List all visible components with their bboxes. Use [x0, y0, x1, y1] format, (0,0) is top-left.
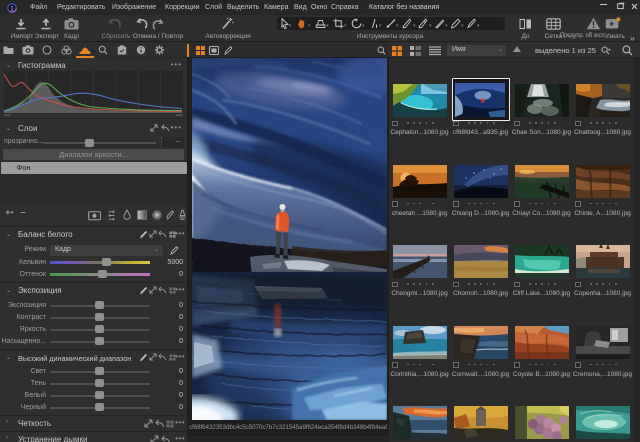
- svg-text:1: 1: [10, 5, 14, 12]
